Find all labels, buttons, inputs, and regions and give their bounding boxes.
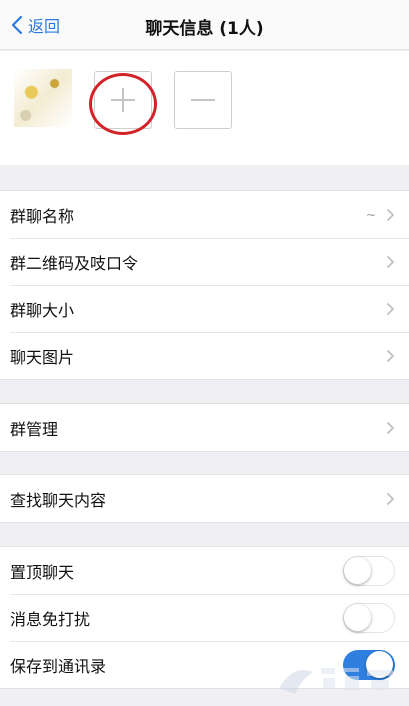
page-title: 聊天信息 (1人) <box>145 19 264 39</box>
save-to-contacts-row: 保存到通讯录 <box>0 641 409 688</box>
chat-images-row[interactable]: 聊天图片 <box>0 332 409 379</box>
group-qrcode-row[interactable]: 群二维码及吱口令 <box>0 238 409 285</box>
chevron-right-icon <box>386 421 395 434</box>
pin-chat-toggle[interactable] <box>343 555 395 586</box>
row-label: 群聊大小 <box>10 300 75 320</box>
toggle-section: 置顶聊天 消息免打扰 保存到通讯录 <box>0 546 409 689</box>
group-name-row[interactable]: 群聊名称 ~ <box>0 191 409 238</box>
manage-section: 群管理 <box>0 403 409 452</box>
row-label: 群管理 <box>10 419 59 439</box>
chevron-right-icon <box>386 349 395 362</box>
row-label: 消息免打扰 <box>10 609 91 629</box>
chevron-right-icon <box>386 302 395 315</box>
minus-icon <box>191 99 215 101</box>
member-section <box>0 51 409 165</box>
chevron-right-icon <box>386 492 395 505</box>
remove-member-button[interactable] <box>174 71 232 129</box>
chevron-right-icon <box>386 255 395 268</box>
chevron-right-icon <box>386 208 395 221</box>
search-section: 查找聊天内容 <box>0 474 409 523</box>
do-not-disturb-toggle[interactable] <box>343 602 395 633</box>
group-name-value: ~ <box>365 207 376 222</box>
info-section: 群聊名称 ~ 群二维码及吱口令 群聊大小 聊天图片 <box>0 190 409 380</box>
member-avatar[interactable] <box>14 69 72 127</box>
toggle-knob <box>344 603 371 631</box>
group-size-row[interactable]: 群聊大小 <box>0 285 409 332</box>
pin-chat-row: 置顶聊天 <box>0 547 409 594</box>
do-not-disturb-row: 消息免打扰 <box>0 594 409 641</box>
group-management-row[interactable]: 群管理 <box>0 404 409 451</box>
row-label: 保存到通讯录 <box>10 656 107 676</box>
row-label: 群二维码及吱口令 <box>10 253 139 273</box>
plus-icon <box>111 88 135 112</box>
save-to-contacts-toggle[interactable] <box>343 649 395 680</box>
search-chat-content-row[interactable]: 查找聊天内容 <box>0 475 409 522</box>
navigation-bar: 返回 聊天信息 (1人) <box>0 0 409 50</box>
row-label: 群聊名称 <box>10 206 75 226</box>
row-label: 查找聊天内容 <box>10 490 107 510</box>
toggle-knob <box>344 556 371 584</box>
row-label: 置顶聊天 <box>10 562 75 582</box>
row-label: 聊天图片 <box>10 347 75 367</box>
toggle-knob <box>366 650 393 678</box>
add-member-button[interactable] <box>94 71 152 129</box>
